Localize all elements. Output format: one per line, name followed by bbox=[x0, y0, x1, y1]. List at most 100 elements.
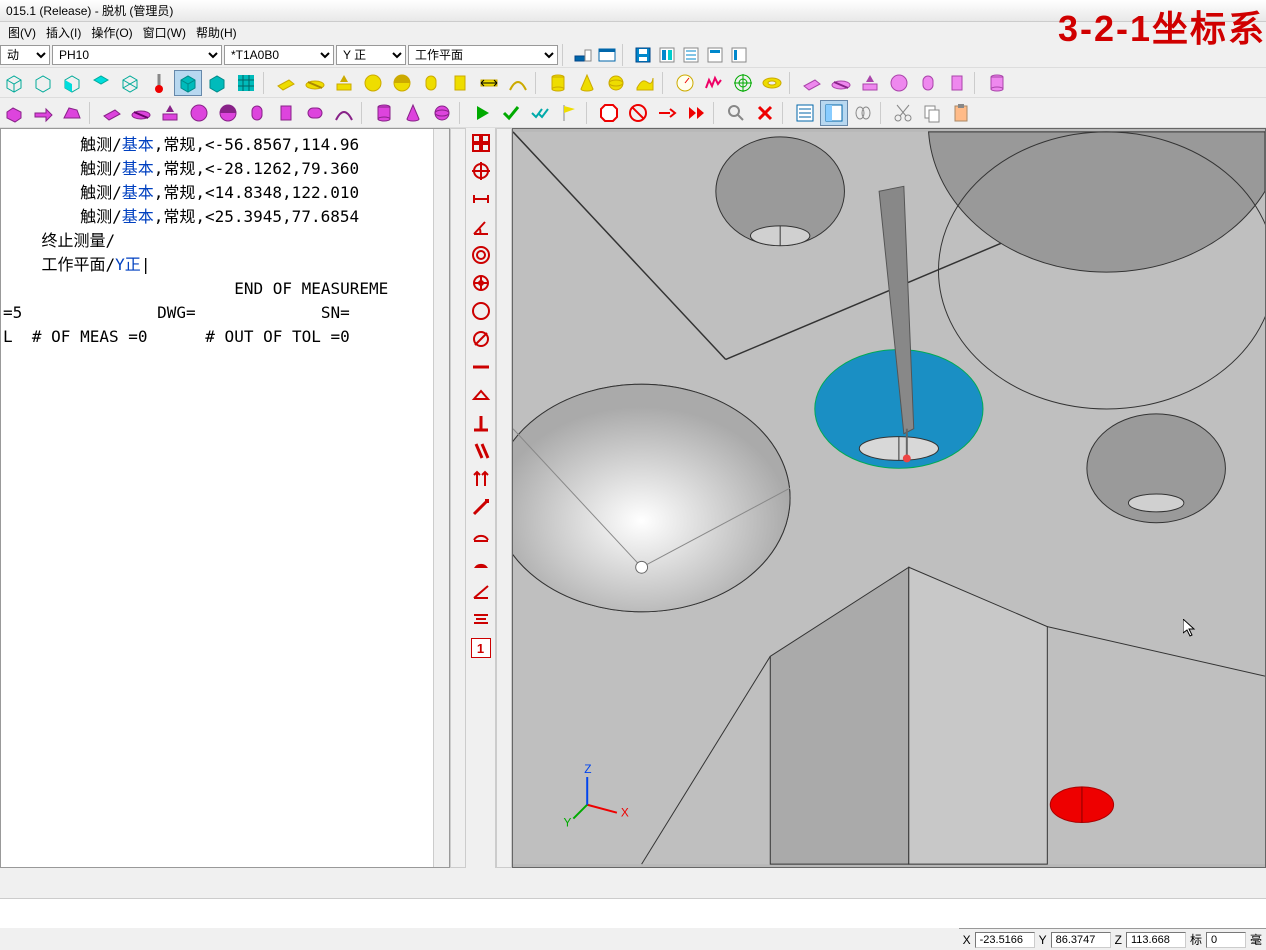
torus-yellow-icon[interactable] bbox=[758, 70, 786, 96]
cylinder-yellow-icon[interactable] bbox=[544, 70, 572, 96]
slot3-magenta-icon[interactable] bbox=[301, 100, 329, 126]
line-pink-icon[interactable] bbox=[827, 70, 855, 96]
up-pink-icon[interactable] bbox=[856, 70, 884, 96]
3d-viewport[interactable]: X Y Z bbox=[512, 128, 1266, 868]
double-check-icon[interactable] bbox=[526, 100, 554, 126]
copy-icon[interactable] bbox=[918, 100, 946, 126]
play-icon[interactable] bbox=[468, 100, 496, 126]
code-editor[interactable]: 触测/基本,常规,<-56.8567,114.96 触测/基本,常规,<-28.… bbox=[0, 128, 450, 868]
scan-icon[interactable] bbox=[700, 70, 728, 96]
skip-icon[interactable] bbox=[682, 100, 710, 126]
report-icon-1[interactable] bbox=[656, 45, 678, 65]
report-icon-4[interactable] bbox=[728, 45, 750, 65]
feat-angularity-icon[interactable] bbox=[468, 578, 494, 604]
target-icon[interactable] bbox=[729, 70, 757, 96]
gauge-icon[interactable] bbox=[671, 70, 699, 96]
sphere-magenta-icon[interactable] bbox=[428, 100, 456, 126]
feat-circle-icon[interactable] bbox=[468, 298, 494, 324]
line-yellow-icon[interactable] bbox=[301, 70, 329, 96]
slot2-pink-icon[interactable] bbox=[943, 70, 971, 96]
delete-icon[interactable] bbox=[751, 100, 779, 126]
link-icon[interactable] bbox=[849, 100, 877, 126]
slot2-magenta-icon[interactable] bbox=[272, 100, 300, 126]
width-yellow-icon[interactable] bbox=[475, 70, 503, 96]
feat-perp-icon[interactable] bbox=[468, 410, 494, 436]
block-magenta-icon[interactable] bbox=[0, 100, 28, 126]
feat-flat-icon[interactable] bbox=[468, 382, 494, 408]
menu-help[interactable]: 帮助(H) bbox=[192, 22, 241, 43]
shape-magenta-icon[interactable] bbox=[58, 100, 86, 126]
check-icon[interactable] bbox=[497, 100, 525, 126]
flag-icon[interactable] bbox=[555, 100, 583, 126]
feat-concentric-icon[interactable] bbox=[468, 242, 494, 268]
splitter-scrollbar[interactable] bbox=[450, 128, 466, 868]
feat-arrows-icon[interactable] bbox=[468, 466, 494, 492]
feat-grid-icon[interactable] bbox=[468, 130, 494, 156]
feat-symmetry-icon[interactable] bbox=[468, 606, 494, 632]
feat-angle-icon[interactable] bbox=[468, 214, 494, 240]
menu-window[interactable]: 窗口(W) bbox=[139, 22, 190, 43]
up-magenta-icon[interactable] bbox=[156, 100, 184, 126]
stop-icon[interactable] bbox=[595, 100, 623, 126]
grid-icon[interactable] bbox=[232, 70, 260, 96]
surface-yellow-icon[interactable] bbox=[631, 70, 659, 96]
cube-wire2-icon[interactable] bbox=[29, 70, 57, 96]
cylinder-pink-icon[interactable] bbox=[983, 70, 1011, 96]
mode-select[interactable]: 动 bbox=[0, 45, 50, 65]
feat-parallel-icon[interactable] bbox=[468, 438, 494, 464]
menu-operate[interactable]: 操作(O) bbox=[87, 22, 136, 43]
cube-solid-icon[interactable] bbox=[174, 70, 202, 96]
feat-origin-icon[interactable] bbox=[468, 158, 494, 184]
feature-scrollbar[interactable] bbox=[496, 128, 512, 868]
curve-magenta-icon[interactable] bbox=[330, 100, 358, 126]
sphere-yellow-icon[interactable] bbox=[602, 70, 630, 96]
plane-magenta-icon[interactable] bbox=[98, 100, 126, 126]
feature-page-indicator[interactable]: 1 bbox=[471, 638, 491, 658]
menu-view[interactable]: 图(V) bbox=[4, 22, 40, 43]
cut-icon[interactable] bbox=[889, 100, 917, 126]
menu-insert[interactable]: 插入(I) bbox=[42, 22, 85, 43]
workplane-select[interactable]: 工作平面 bbox=[408, 45, 558, 65]
slot-pink-icon[interactable] bbox=[914, 70, 942, 96]
find-icon[interactable] bbox=[722, 100, 750, 126]
feat-position-icon[interactable] bbox=[468, 270, 494, 296]
slot2-yellow-icon[interactable] bbox=[446, 70, 474, 96]
circle-pink-icon[interactable] bbox=[885, 70, 913, 96]
feat-profile-line-icon[interactable] bbox=[468, 522, 494, 548]
half-magenta-icon[interactable] bbox=[214, 100, 242, 126]
circle-magenta-icon[interactable] bbox=[185, 100, 213, 126]
forward-red-icon[interactable] bbox=[653, 100, 681, 126]
cylinder-magenta-icon[interactable] bbox=[370, 100, 398, 126]
tip-select[interactable]: *T1A0B0 bbox=[224, 45, 334, 65]
cube-cross-icon[interactable] bbox=[116, 70, 144, 96]
circle-yellow-icon[interactable] bbox=[359, 70, 387, 96]
probe-red-icon[interactable] bbox=[145, 70, 173, 96]
plane-pink-icon[interactable] bbox=[798, 70, 826, 96]
up-yellow-icon[interactable] bbox=[330, 70, 358, 96]
cube-top-icon[interactable] bbox=[87, 70, 115, 96]
save-icon[interactable] bbox=[632, 45, 654, 65]
panel-icon[interactable] bbox=[820, 100, 848, 126]
cone-magenta-icon[interactable] bbox=[399, 100, 427, 126]
slot-magenta-icon[interactable] bbox=[243, 100, 271, 126]
cone-yellow-icon[interactable] bbox=[573, 70, 601, 96]
axis-select[interactable]: Y 正 bbox=[336, 45, 406, 65]
view-mode-icon-2[interactable] bbox=[596, 45, 618, 65]
probe-select[interactable]: PH10 bbox=[52, 45, 222, 65]
view-mode-icon-1[interactable] bbox=[572, 45, 594, 65]
curve-yellow-icon[interactable] bbox=[504, 70, 532, 96]
cube-wire-icon[interactable] bbox=[0, 70, 28, 96]
list-icon[interactable] bbox=[791, 100, 819, 126]
feat-straight-icon[interactable] bbox=[468, 354, 494, 380]
report-icon-2[interactable] bbox=[680, 45, 702, 65]
arrow-magenta-icon[interactable] bbox=[29, 100, 57, 126]
half-yellow-icon[interactable] bbox=[388, 70, 416, 96]
cube-left-icon[interactable] bbox=[58, 70, 86, 96]
plane-yellow-icon[interactable] bbox=[272, 70, 300, 96]
line-magenta-icon[interactable] bbox=[127, 100, 155, 126]
slot-yellow-icon[interactable] bbox=[417, 70, 445, 96]
feat-profile-surf-icon[interactable] bbox=[468, 550, 494, 576]
editor-scrollbar[interactable] bbox=[433, 129, 449, 867]
cube-solid2-icon[interactable] bbox=[203, 70, 231, 96]
feat-dist-icon[interactable] bbox=[468, 186, 494, 212]
